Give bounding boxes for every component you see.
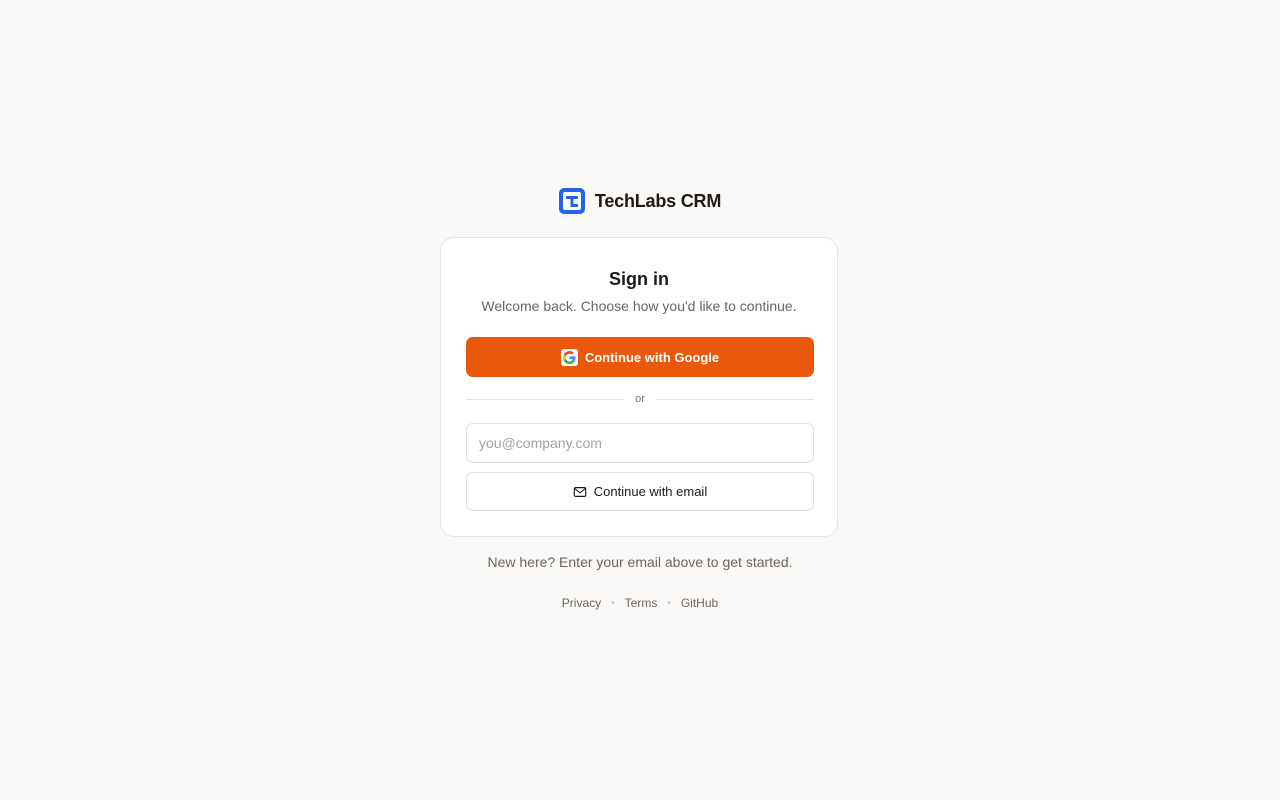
footer-links: Privacy • Terms • GitHub — [0, 596, 1280, 610]
email-input[interactable] — [466, 423, 814, 463]
signup-hint: New here? Enter your email above to get … — [487, 554, 793, 570]
techlabs-logo-icon — [558, 188, 585, 214]
continue-with-google-label: Continue with Google — [584, 349, 720, 365]
or-divider: or — [466, 391, 814, 407]
sign-in-card: Sign in Welcome back. Choose how you'd l… — [440, 237, 838, 537]
sign-in-title: Sign in — [609, 269, 669, 289]
mail-icon — [573, 486, 587, 497]
divider-text: or — [635, 393, 645, 405]
footer-separator: • — [667, 597, 671, 609]
terms-link[interactable]: Terms — [625, 596, 658, 610]
divider-line-left — [466, 398, 624, 400]
login-page: TechLabs CRM Sign in Welcome back. Choos… — [0, 0, 1280, 800]
brand-name: TechLabs CRM — [594, 190, 722, 211]
github-link[interactable]: GitHub — [681, 596, 718, 610]
continue-with-email-button[interactable]: Continue with email — [466, 472, 814, 511]
google-icon — [560, 348, 578, 366]
footer-separator: • — [611, 597, 615, 609]
sign-in-subtitle: Welcome back. Choose how you'd like to c… — [481, 298, 797, 314]
privacy-link[interactable]: Privacy — [562, 596, 601, 610]
continue-with-email-label: Continue with email — [593, 484, 708, 499]
divider-line-right — [656, 398, 814, 400]
continue-with-google-button[interactable]: Continue with Google — [466, 337, 814, 377]
brand-header: TechLabs CRM — [0, 188, 1280, 214]
